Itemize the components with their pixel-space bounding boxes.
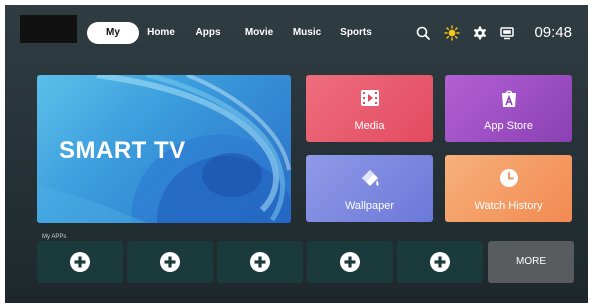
tv-screen: My Home Apps Movie Music Sports 09:48 SM… xyxy=(5,5,588,303)
tile-watch-history[interactable]: Watch History xyxy=(445,155,572,222)
brightness-icon[interactable] xyxy=(444,25,460,41)
tile-wallpaper-label: Wallpaper xyxy=(344,200,395,212)
tile-app-store[interactable]: App Store xyxy=(445,75,572,142)
my-apps-label: My APPs xyxy=(42,234,67,240)
input-source-icon[interactable] xyxy=(499,25,515,41)
tile-media[interactable]: Media xyxy=(306,75,433,142)
add-app-slot-5[interactable] xyxy=(397,241,483,283)
add-app-slot-4[interactable] xyxy=(307,241,393,283)
tile-media-label: Media xyxy=(354,120,385,132)
hero-banner[interactable]: SMART TV xyxy=(37,75,291,223)
search-icon[interactable] xyxy=(415,25,431,41)
app-store-icon xyxy=(501,90,516,107)
add-app-slot-3[interactable] xyxy=(217,241,303,283)
media-icon xyxy=(360,90,379,106)
tab-my[interactable]: My xyxy=(87,22,139,44)
add-icon xyxy=(250,252,270,272)
hero-title: SMART TV xyxy=(59,137,186,164)
tile-wallpaper[interactable]: Wallpaper xyxy=(306,155,433,222)
wallpaper-icon xyxy=(361,170,379,186)
top-navigation: My Home Apps Movie Music Sports 09:48 xyxy=(5,5,588,53)
tab-music[interactable]: Music xyxy=(288,22,326,44)
more-button[interactable]: MORE xyxy=(488,241,574,283)
add-icon xyxy=(70,252,90,272)
history-icon xyxy=(499,169,518,187)
tab-apps[interactable]: Apps xyxy=(191,22,225,44)
tile-app-store-label: App Store xyxy=(484,120,533,132)
add-icon xyxy=(160,252,180,272)
add-icon xyxy=(340,252,360,272)
add-app-slot-1[interactable] xyxy=(37,241,123,283)
tile-watch-history-label: Watch History xyxy=(474,200,543,212)
clock: 09:48 xyxy=(534,24,572,41)
add-icon xyxy=(430,252,450,272)
add-app-slot-2[interactable] xyxy=(127,241,213,283)
tab-movie[interactable]: Movie xyxy=(239,22,279,44)
tab-home[interactable]: Home xyxy=(141,22,181,44)
settings-icon[interactable] xyxy=(472,25,488,41)
tab-sports[interactable]: Sports xyxy=(335,22,377,44)
